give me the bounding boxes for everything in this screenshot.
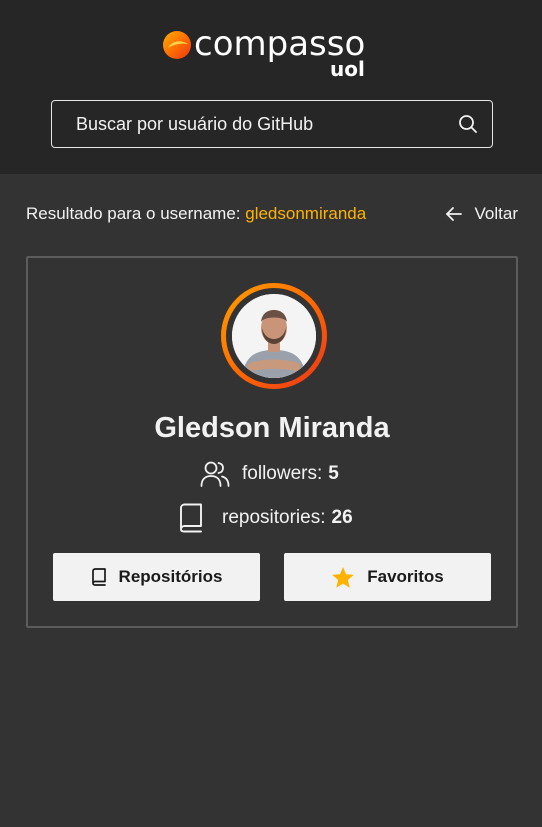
app-header: compasso uol bbox=[0, 0, 542, 174]
users-icon bbox=[200, 461, 230, 487]
avatar-ring bbox=[221, 283, 327, 389]
repositories-label: repositories: bbox=[222, 507, 326, 528]
repositories-text: repositories: 26 bbox=[222, 507, 353, 529]
search-input[interactable] bbox=[52, 101, 492, 147]
favorites-button-label: Favoritos bbox=[367, 567, 444, 586]
profile-name: Gledson Miranda bbox=[154, 412, 390, 444]
favorites-button[interactable]: Favoritos bbox=[284, 553, 491, 601]
avatar-frame bbox=[226, 288, 322, 384]
book-icon bbox=[180, 503, 202, 533]
logo-mark-icon bbox=[163, 31, 191, 59]
result-prefix: Resultado para o username: bbox=[26, 204, 246, 223]
repositories-count: 26 bbox=[331, 507, 353, 528]
repositories-button[interactable]: Repositórios bbox=[53, 553, 260, 601]
search-icon bbox=[459, 115, 477, 133]
repositories-button-label: Repositórios bbox=[118, 567, 223, 586]
result-text: Resultado para o username: gledsonmirand… bbox=[26, 204, 366, 224]
profile-card: Gledson Miranda followers: 5 repositories… bbox=[26, 256, 518, 628]
back-link[interactable]: Voltar bbox=[445, 204, 518, 224]
avatar-photo bbox=[232, 294, 316, 378]
avatar bbox=[232, 294, 316, 378]
star-icon bbox=[332, 566, 355, 588]
followers-stat: followers: 5 bbox=[200, 460, 339, 488]
followers-text: followers: 5 bbox=[242, 463, 339, 485]
brand-logo[interactable]: compasso uol bbox=[160, 24, 375, 86]
result-username: gledsonmiranda bbox=[245, 204, 367, 223]
brand-sub: uol bbox=[330, 57, 365, 81]
arrow-left-icon bbox=[445, 207, 462, 221]
search-box bbox=[51, 100, 493, 148]
back-label: Voltar bbox=[474, 204, 518, 223]
repositories-stat: repositories: 26 bbox=[178, 503, 353, 533]
followers-count: 5 bbox=[328, 463, 339, 484]
followers-label: followers: bbox=[242, 463, 323, 484]
book-icon bbox=[91, 568, 106, 586]
search-button[interactable] bbox=[456, 112, 480, 136]
